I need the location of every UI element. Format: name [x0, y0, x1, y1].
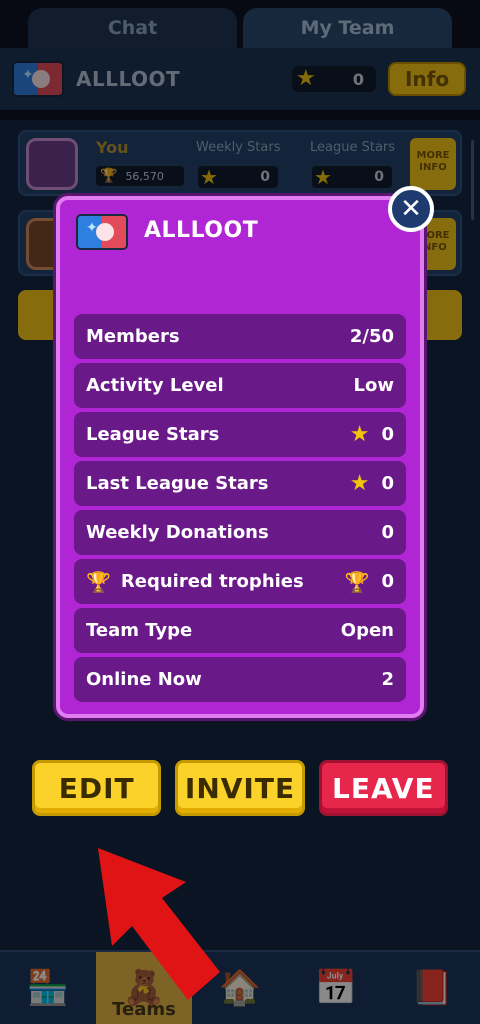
- avatar: [26, 138, 78, 190]
- stat-label: Last League Stars: [86, 473, 269, 494]
- scrollbar[interactable]: [471, 140, 474, 220]
- stat-row-activity-level: Activity Level Low: [74, 363, 406, 408]
- star-icon: ★: [296, 65, 316, 91]
- weekly-stars-box: ★ 0: [198, 165, 278, 189]
- stat-value: Low: [353, 375, 394, 396]
- team-stats: Members 2/50 Activity Level Low League S…: [74, 314, 406, 706]
- stat-value: 2/50: [349, 326, 394, 347]
- star-icon: ★: [314, 165, 332, 189]
- team-flag-icon: ✦: [12, 61, 64, 97]
- team-name: ALLLOOT: [76, 67, 181, 91]
- team-stars-display: ★ 0: [292, 66, 376, 92]
- member-trophies: 🏆 56,570: [96, 166, 184, 186]
- stat-row-required-trophies: 🏆 Required trophies 🏆 0: [74, 559, 406, 604]
- stat-label: Members: [86, 326, 180, 347]
- league-stars-value: 0: [374, 169, 384, 185]
- league-stars-label: League Stars: [310, 140, 396, 155]
- close-icon: ✕: [400, 194, 422, 224]
- stat-value: 0: [381, 571, 394, 592]
- weekly-stars-value: 0: [260, 169, 270, 185]
- shop-icon: 🏪: [26, 968, 70, 1008]
- stat-label: Activity Level: [86, 375, 224, 396]
- team-actions: EDIT INVITE LEAVE: [32, 760, 448, 816]
- invite-button[interactable]: INVITE: [175, 760, 305, 816]
- member-trophies-value: 56,570: [125, 169, 164, 183]
- info-button[interactable]: Info: [388, 62, 466, 96]
- team-header: ✦ ALLLOOT ★ 0 Info: [0, 48, 480, 110]
- calendar-icon: 📅: [314, 968, 358, 1008]
- stat-row-online-now: Online Now 2: [74, 657, 406, 702]
- team-stars-value: 0: [352, 69, 364, 89]
- stat-value: 0: [381, 424, 394, 445]
- trophy-icon: 🏆: [86, 569, 111, 594]
- top-tabs: Chat My Team: [28, 8, 452, 48]
- stat-row-weekly-donations: Weekly Donations 0: [74, 510, 406, 555]
- stat-value: Open: [340, 620, 394, 641]
- weekly-stars-label: Weekly Stars: [196, 140, 281, 155]
- red-arrow-annotation: [98, 848, 220, 1000]
- nav-collection[interactable]: 📕: [384, 952, 480, 1024]
- stat-value: 0: [381, 473, 394, 494]
- leave-button[interactable]: LEAVE: [318, 760, 448, 816]
- nav-events[interactable]: 📅: [288, 952, 384, 1024]
- stat-row-team-type: Team Type Open: [74, 608, 406, 653]
- book-icon: 📕: [410, 968, 454, 1008]
- tab-my-team[interactable]: My Team: [243, 8, 452, 48]
- star-icon: ★: [349, 471, 370, 496]
- stat-label: Team Type: [86, 620, 193, 641]
- edit-button[interactable]: EDIT: [32, 760, 162, 816]
- list-item[interactable]: You 🏆 56,570 Weekly Stars ★ 0 League Sta…: [18, 130, 462, 196]
- stat-value: 2: [381, 669, 394, 690]
- stat-row-league-stars: League Stars ★ 0: [74, 412, 406, 457]
- star-icon: ★: [200, 165, 218, 189]
- team-info-modal: ✦ ALLLOOT ✕ Members 2/50 Activity Level …: [56, 186, 434, 718]
- stat-label: Weekly Donations: [86, 522, 269, 543]
- modal-title: ALLLOOT: [144, 218, 259, 243]
- trophy-icon: 🏆: [344, 569, 370, 594]
- stat-label: Required trophies: [120, 571, 304, 592]
- member-name: You: [96, 138, 129, 157]
- close-button[interactable]: ✕: [388, 186, 434, 232]
- more-info-button[interactable]: MORE INFO: [410, 138, 456, 190]
- team-flag-icon: ✦: [76, 214, 128, 250]
- league-stars-box: ★ 0: [312, 165, 392, 189]
- star-icon: ★: [349, 422, 370, 447]
- stat-value: 0: [381, 522, 394, 543]
- trophy-icon: 🏆: [100, 168, 118, 184]
- stat-label: League Stars: [86, 424, 220, 445]
- stat-row-members: Members 2/50: [74, 314, 406, 359]
- stat-label: Online Now: [86, 669, 202, 690]
- tab-chat[interactable]: Chat: [28, 8, 237, 48]
- stat-row-last-league-stars: Last League Stars ★ 0: [74, 461, 406, 506]
